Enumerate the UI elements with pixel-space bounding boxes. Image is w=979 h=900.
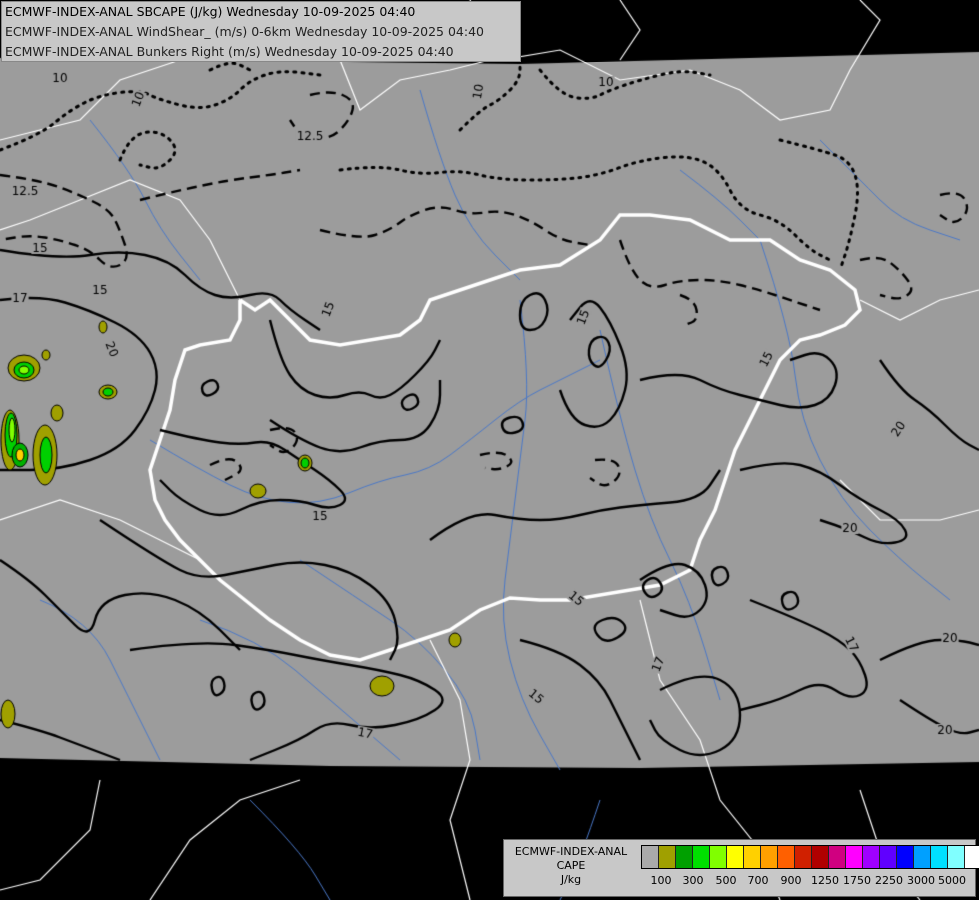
legend-tick-label: 1750	[843, 874, 871, 887]
legend-swatch	[931, 846, 948, 868]
legend-tick-label: 700	[747, 874, 769, 887]
legend-title-block: ECMWF-INDEX-ANAL CAPE J/kg	[506, 845, 636, 887]
legend-swatch	[744, 846, 761, 868]
legend-swatch	[778, 846, 795, 868]
legend-swatch	[880, 846, 897, 868]
legend-tick-label: 500	[715, 874, 737, 887]
legend-swatch	[829, 846, 846, 868]
legend-tick-label: 1250	[811, 874, 839, 887]
legend-tick-label: 3000	[907, 874, 935, 887]
header-line-sbcape: ECMWF-INDEX-ANAL SBCAPE (J/kg) Wednesday…	[5, 4, 416, 19]
legend-unit: J/kg	[560, 873, 582, 886]
legend-tick-label: 5000	[938, 874, 966, 887]
legend-tick-label: 900	[780, 874, 802, 887]
legend-swatch	[727, 846, 744, 868]
header-line-bunkers: ECMWF-INDEX-ANAL Bunkers Right (m/s) Wed…	[5, 44, 454, 59]
legend-color-scale	[641, 845, 979, 869]
header-line-windshear: ECMWF-INDEX-ANAL WindShear_ (m/s) 0-6km …	[5, 24, 484, 39]
legend-title: ECMWF-INDEX-ANAL	[514, 845, 628, 858]
legend-swatch	[761, 846, 778, 868]
legend-swatch	[710, 846, 727, 868]
legend-swatch	[897, 846, 914, 868]
legend-tick-label: 300	[682, 874, 704, 887]
legend-swatch	[863, 846, 880, 868]
legend-variable: CAPE	[556, 859, 586, 872]
legend-tick-labels: 100 300 500 700 900 1250 1750 2250 3000 5000	[641, 874, 973, 888]
legend-swatch	[965, 846, 979, 868]
forecast-map	[0, 0, 979, 900]
legend-tick-label: 100	[650, 874, 672, 887]
cape-legend: ECMWF-INDEX-ANAL CAPE J/kg 100 300 500 700 9…	[503, 839, 979, 897]
legend-swatch	[676, 846, 693, 868]
legend-tick-label: 2250	[875, 874, 903, 887]
legend-swatch	[642, 846, 659, 868]
legend-swatch	[914, 846, 931, 868]
legend-swatch	[812, 846, 829, 868]
legend-swatch	[659, 846, 676, 868]
legend-swatch	[795, 846, 812, 868]
map-header: ECMWF-INDEX-ANAL SBCAPE (J/kg) Wednesday…	[1, 1, 521, 62]
legend-swatch	[846, 846, 863, 868]
legend-swatch	[693, 846, 710, 868]
legend-swatch	[948, 846, 965, 868]
